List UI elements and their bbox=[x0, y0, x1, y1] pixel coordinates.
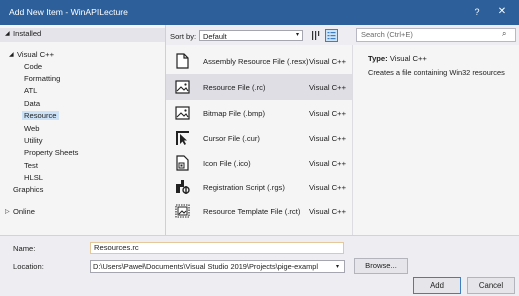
name-field[interactable]: Resources.rc bbox=[90, 242, 344, 254]
type-value: Visual C++ bbox=[389, 54, 427, 63]
list-item[interactable]: Registration Script (.rgs) Visual C++ bbox=[166, 174, 352, 200]
list-item[interactable]: Assembly Resource File (.resx) Visual C+… bbox=[166, 48, 352, 74]
cancel-button[interactable]: Cancel bbox=[467, 277, 515, 294]
browse-button[interactable]: Browse... bbox=[354, 258, 408, 274]
tree-item-visual-cpp[interactable]: Visual C++ bbox=[17, 50, 54, 59]
registration-icon bbox=[176, 180, 190, 194]
search-input[interactable]: Search (Ctrl+E) bbox=[356, 28, 516, 42]
location-label: Location: bbox=[13, 262, 44, 271]
expand-arrow-icon[interactable]: ◢ bbox=[5, 30, 10, 37]
item-name: Assembly Resource File (.resx) bbox=[203, 57, 309, 66]
item-name: Bitmap File (.bmp) bbox=[203, 109, 266, 118]
item-description: Creates a file containing Win32 resource… bbox=[368, 68, 505, 77]
item-language: Visual C++ bbox=[309, 57, 347, 66]
location-field[interactable]: D:\Users\Paweł\Documents\Visual Studio 2… bbox=[90, 260, 345, 273]
tree-item-hlsl[interactable]: HLSL bbox=[24, 173, 43, 182]
help-button[interactable]: ? bbox=[470, 4, 484, 20]
list-item[interactable]: Resource File (.rc) Visual C++ bbox=[166, 74, 352, 100]
tree-item-online[interactable]: Online bbox=[13, 207, 35, 216]
list-view-button[interactable] bbox=[309, 29, 322, 42]
item-name: Resource Template File (.rct) bbox=[203, 207, 301, 216]
item-language: Visual C++ bbox=[309, 207, 347, 216]
sort-dropdown[interactable]: Default bbox=[199, 30, 303, 41]
close-icon[interactable]: ✕ bbox=[494, 4, 510, 20]
item-name: Cursor File (.cur) bbox=[203, 134, 260, 143]
tree-item-data[interactable]: Data bbox=[24, 99, 40, 108]
cursor-icon bbox=[176, 131, 189, 145]
type-label: Type: bbox=[368, 54, 388, 63]
item-language: Visual C++ bbox=[309, 183, 347, 192]
list-item[interactable]: Resource Template File (.rct) Visual C++ bbox=[166, 198, 352, 224]
item-name: Icon File (.ico) bbox=[203, 159, 251, 168]
type-line: Type: Visual C++ bbox=[368, 54, 427, 63]
item-language: Visual C++ bbox=[309, 83, 347, 92]
item-language: Visual C++ bbox=[309, 109, 347, 118]
image-icon bbox=[175, 106, 190, 120]
tree-item-graphics[interactable]: Graphics bbox=[13, 185, 43, 194]
chevron-down-icon[interactable]: ▾ bbox=[336, 263, 339, 270]
image-icon bbox=[175, 80, 190, 94]
tree-item-web[interactable]: Web bbox=[24, 124, 39, 133]
item-language: Visual C++ bbox=[309, 159, 347, 168]
tree-item-property-sheets[interactable]: Property Sheets bbox=[24, 148, 78, 157]
chevron-down-icon[interactable]: ▾ bbox=[296, 31, 299, 38]
document-icon bbox=[176, 53, 189, 69]
name-label: Name: bbox=[13, 244, 36, 253]
list-item[interactable]: Bitmap File (.bmp) Visual C++ bbox=[166, 100, 352, 126]
template-icon bbox=[175, 204, 190, 218]
tree-item-utility[interactable]: Utility bbox=[24, 136, 43, 145]
template-tree: ◢ Installed ◢ Visual C++ Code Formatting… bbox=[0, 25, 166, 235]
tree-item-test[interactable]: Test bbox=[24, 161, 38, 170]
details-view-button[interactable] bbox=[325, 29, 338, 42]
item-language: Visual C++ bbox=[309, 134, 347, 143]
tree-item-code[interactable]: Code bbox=[24, 62, 42, 71]
icon-file-icon bbox=[176, 155, 189, 171]
grid-view-icon bbox=[327, 32, 336, 40]
add-button[interactable]: Add bbox=[413, 277, 461, 294]
list-item[interactable]: Cursor File (.cur) Visual C++ bbox=[166, 125, 352, 151]
item-name: Resource File (.rc) bbox=[203, 83, 266, 92]
tree-item-resource[interactable]: Resource bbox=[22, 111, 59, 120]
window-title: Add New Item - WinAPILecture bbox=[9, 7, 128, 17]
item-name: Registration Script (.rgs) bbox=[203, 183, 285, 192]
sort-label: Sort by: bbox=[170, 32, 197, 41]
expand-arrow-icon[interactable]: ◢ bbox=[9, 51, 14, 58]
tree-item-formatting[interactable]: Formatting bbox=[24, 74, 60, 83]
tree-item-installed[interactable]: Installed bbox=[13, 29, 41, 38]
tree-item-atl[interactable]: ATL bbox=[24, 86, 37, 95]
list-item[interactable]: Icon File (.ico) Visual C++ bbox=[166, 150, 352, 176]
expand-arrow-icon[interactable]: ▷ bbox=[5, 208, 10, 215]
search-icon[interactable]: ⌕ bbox=[502, 29, 506, 39]
sort-az-icon bbox=[312, 31, 320, 40]
